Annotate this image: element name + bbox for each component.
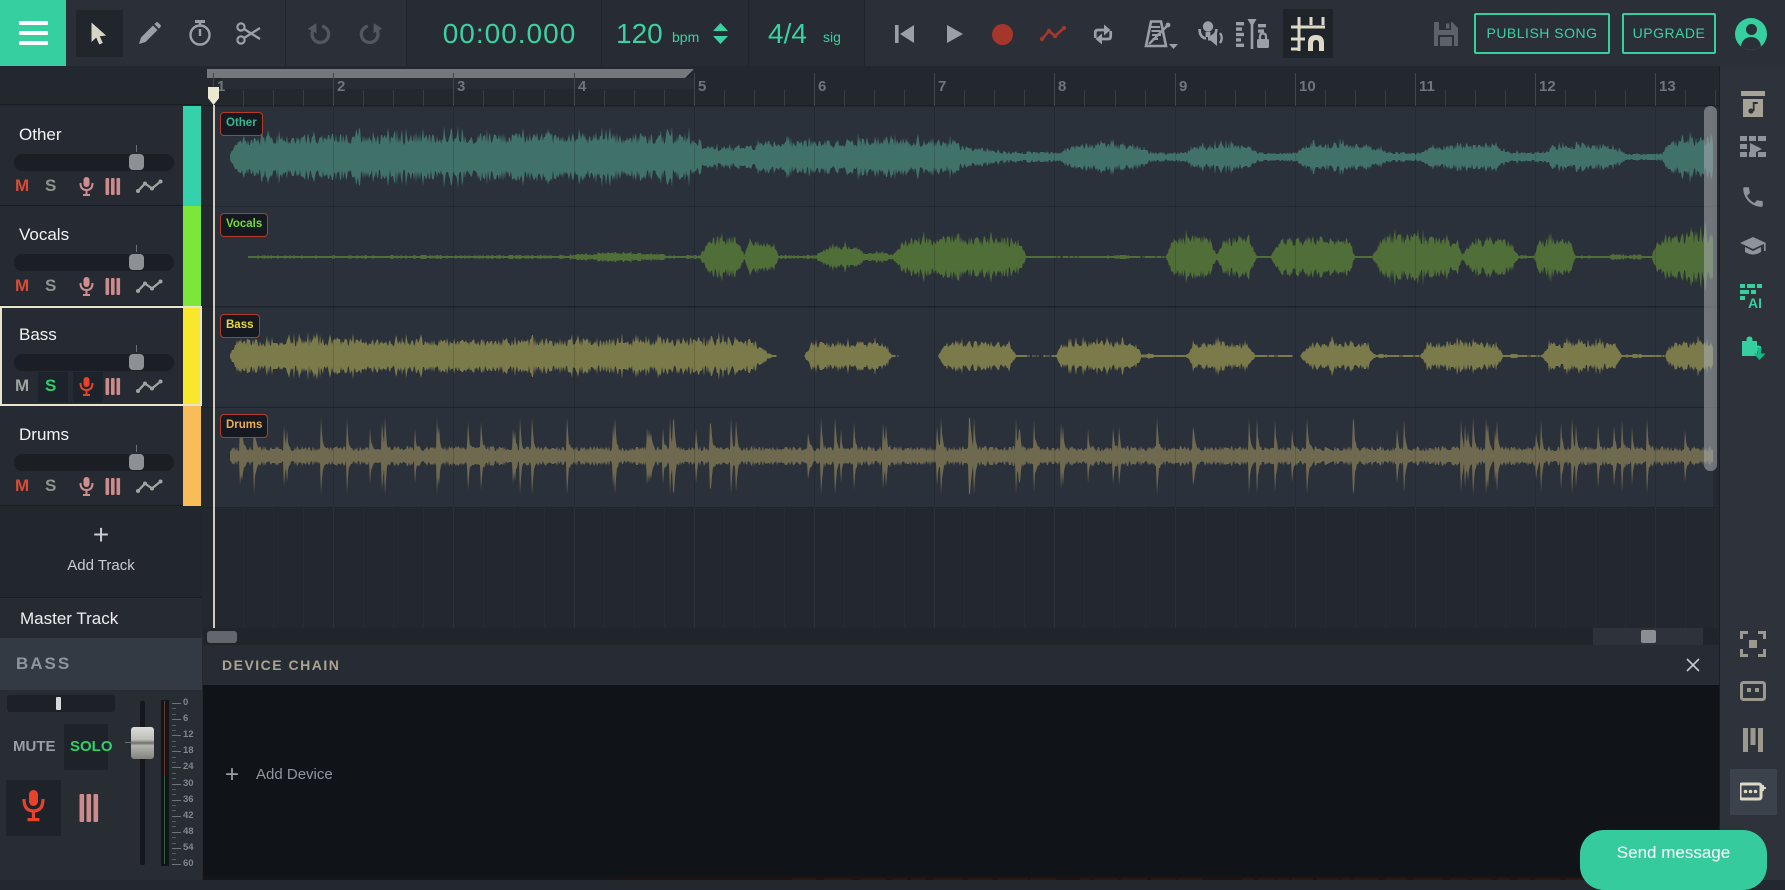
svg-text:AI: AI <box>1748 295 1762 310</box>
